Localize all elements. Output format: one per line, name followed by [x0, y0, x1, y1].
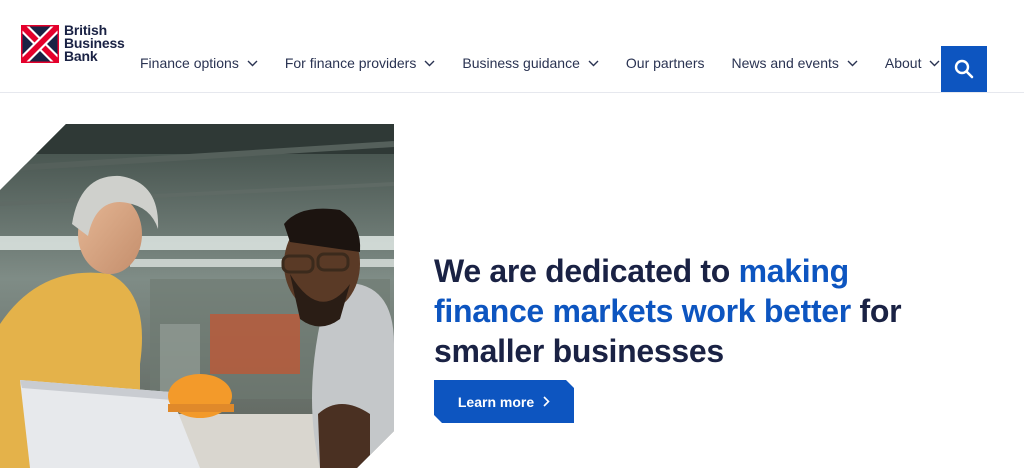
hero-image: [0, 124, 394, 468]
chevron-down-icon: [588, 60, 599, 66]
learn-more-button[interactable]: Learn more: [434, 380, 574, 423]
headline-text-1: We are dedicated to: [434, 253, 739, 290]
nav-item-label: Our partners: [625, 55, 705, 71]
chevron-right-icon: [543, 396, 550, 407]
nav-item-about[interactable]: About: [885, 55, 941, 71]
nav-item-business-guidance[interactable]: Business guidance: [462, 55, 599, 71]
search-button[interactable]: [941, 46, 987, 92]
nav-item-label: For finance providers: [284, 55, 417, 71]
logo-line3: Bank: [64, 48, 98, 64]
hero-headline: We are dedicated to making finance marke…: [434, 251, 954, 371]
chevron-down-icon: [929, 60, 940, 66]
logo-flag-icon: [21, 25, 59, 63]
chevron-down-icon: [247, 60, 258, 66]
chevron-down-icon: [847, 60, 858, 66]
logo-wordmark: British Business Bank: [64, 23, 125, 64]
nav-item-finance-options[interactable]: Finance options: [140, 55, 258, 71]
nav-item-label: Business guidance: [462, 55, 580, 71]
nav-item-news-and-events[interactable]: News and events: [731, 55, 858, 71]
logo-link[interactable]: British Business Bank: [21, 23, 125, 64]
site-header: British Business Bank Finance options Fo…: [0, 0, 1024, 93]
search-icon: [954, 59, 974, 79]
chevron-down-icon: [424, 60, 435, 66]
learn-more-label: Learn more: [457, 393, 535, 410]
main-nav: Finance options For finance providers Bu…: [140, 52, 967, 74]
nav-item-label: News and events: [731, 55, 839, 71]
nav-item-our-partners[interactable]: Our partners: [626, 55, 705, 71]
nav-item-label: Finance options: [140, 55, 239, 71]
nav-item-label: About: [884, 55, 922, 71]
nav-item-for-finance-providers[interactable]: For finance providers: [285, 55, 436, 71]
hero-photo-illustration: [0, 124, 394, 468]
